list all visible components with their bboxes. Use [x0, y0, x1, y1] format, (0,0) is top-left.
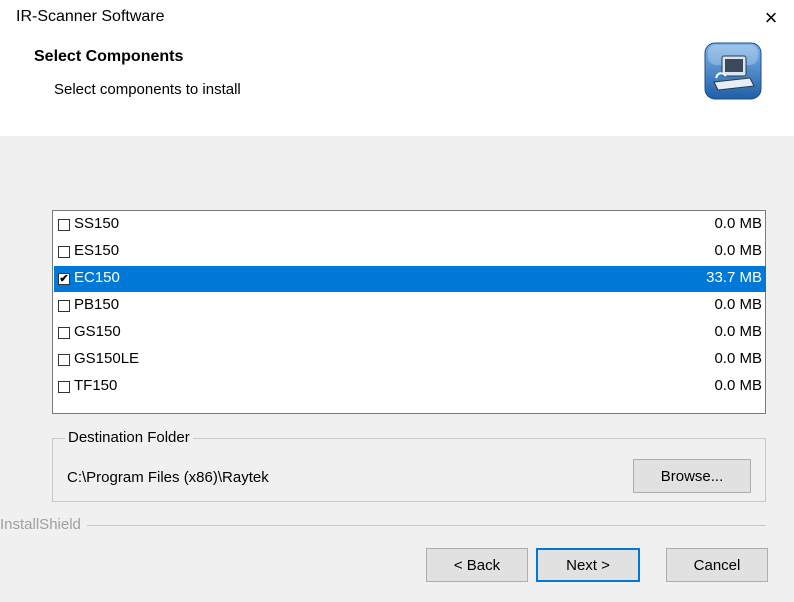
component-row-pb150[interactable]: PB150 0.0 MB	[54, 293, 766, 319]
title-bar: IR-Scanner Software ×	[0, 0, 794, 36]
component-name: ES150	[74, 242, 120, 259]
destination-folder-legend: Destination Folder	[65, 429, 193, 446]
component-checkbox[interactable]	[58, 327, 70, 339]
cancel-button[interactable]: Cancel	[666, 548, 768, 582]
component-size: 0.0 MB	[714, 296, 762, 313]
component-row-tf150[interactable]: TF150 0.0 MB	[54, 374, 766, 400]
component-row-gs150le[interactable]: GS150LE 0.0 MB	[54, 347, 766, 373]
wizard-body: SS150 0.0 MB ES150 0.0 MB ✔ EC150 33.7 MB PB150…	[0, 136, 794, 602]
computer-setup-icon	[704, 42, 762, 100]
divider-line	[0, 525, 766, 526]
component-checkbox[interactable]	[58, 300, 70, 312]
page-title: Select Components	[34, 48, 184, 65]
component-row-ss150[interactable]: SS150 0.0 MB	[54, 212, 766, 238]
component-name: SS150	[74, 215, 120, 232]
component-row-ec150[interactable]: ✔ EC150 33.7 MB	[54, 266, 766, 292]
component-size: 0.0 MB	[714, 323, 762, 340]
close-button[interactable]: ×	[748, 0, 794, 36]
installshield-divider: InstallShield	[0, 516, 766, 534]
component-checkbox[interactable]	[58, 219, 70, 231]
component-name: TF150	[74, 377, 118, 394]
next-button[interactable]: Next >	[536, 548, 640, 582]
component-size: 0.0 MB	[714, 215, 762, 232]
destination-folder-group: Destination Folder C:\Program Files (x86…	[52, 429, 766, 502]
component-size: 0.0 MB	[714, 242, 762, 259]
component-checkbox[interactable]: ✔	[58, 273, 70, 285]
component-size: 0.0 MB	[714, 350, 762, 367]
window-title: IR-Scanner Software	[16, 8, 165, 25]
component-name: GS150LE	[74, 350, 140, 367]
component-name: GS150	[74, 323, 121, 340]
components-list[interactable]: SS150 0.0 MB ES150 0.0 MB ✔ EC150 33.7 MB PB150…	[52, 210, 766, 414]
component-row-es150[interactable]: ES150 0.0 MB	[54, 239, 766, 265]
component-checkbox[interactable]	[58, 246, 70, 258]
back-button[interactable]: < Back	[426, 548, 528, 582]
component-row-gs150[interactable]: GS150 0.0 MB	[54, 320, 766, 346]
component-name: EC150	[74, 269, 120, 286]
installshield-label: InstallShield	[0, 516, 87, 533]
component-size: 0.0 MB	[714, 377, 762, 394]
component-name: PB150	[74, 296, 120, 313]
component-checkbox[interactable]	[58, 381, 70, 393]
page-subtitle: Select components to install	[54, 81, 241, 98]
wizard-header: Select Components Select components to i…	[0, 36, 794, 136]
component-size: 33.7 MB	[706, 269, 762, 286]
browse-button[interactable]: Browse...	[633, 459, 751, 493]
component-checkbox[interactable]	[58, 354, 70, 366]
destination-path: C:\Program Files (x86)\Raytek	[67, 469, 269, 486]
